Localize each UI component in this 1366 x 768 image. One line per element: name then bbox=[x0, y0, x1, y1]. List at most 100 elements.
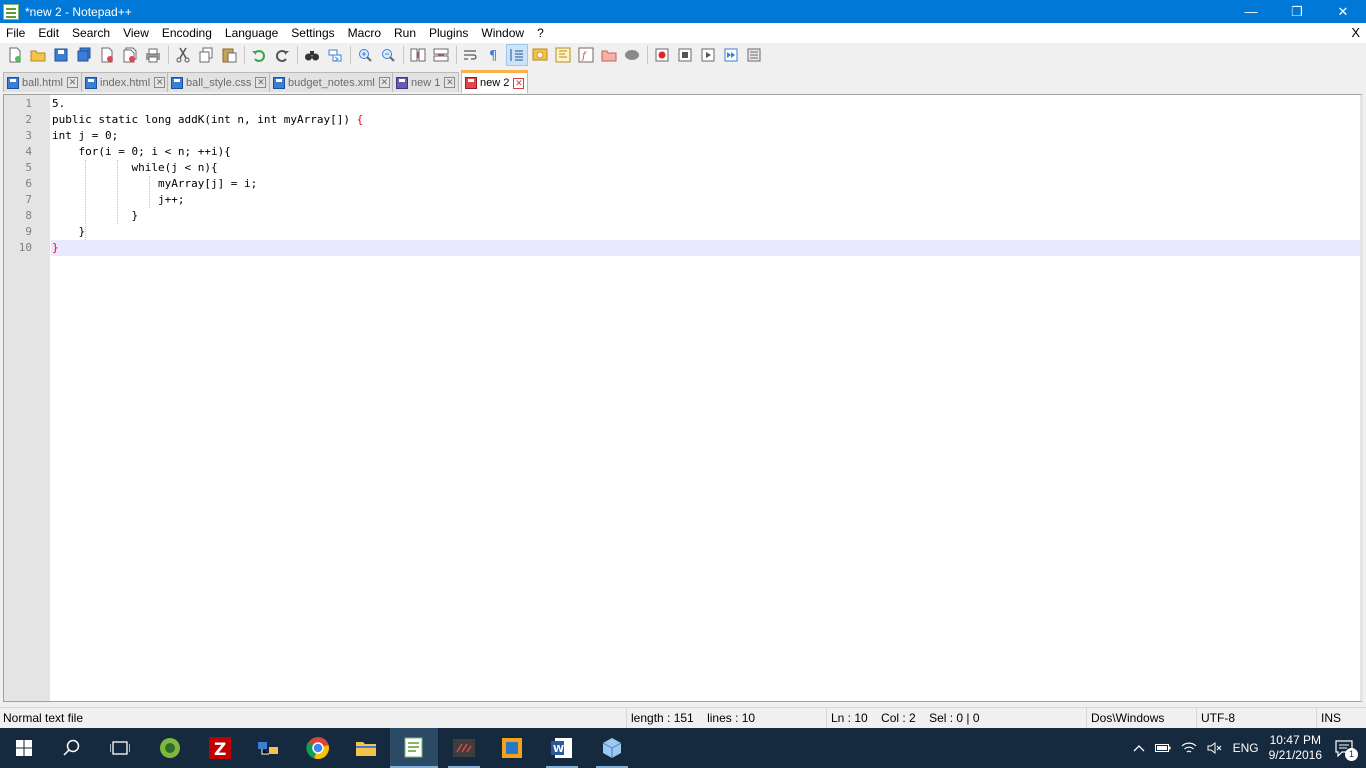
indent-guide bbox=[85, 160, 86, 240]
print-button[interactable] bbox=[142, 44, 164, 66]
paste-button[interactable] bbox=[218, 44, 240, 66]
close-button-tb[interactable] bbox=[96, 44, 118, 66]
search-button[interactable] bbox=[48, 728, 96, 768]
new-file-icon bbox=[9, 47, 21, 63]
menu-language[interactable]: Language bbox=[218, 23, 284, 43]
taskbar-chrome[interactable] bbox=[294, 728, 342, 768]
status-length-lines: length : 151 lines : 10 bbox=[626, 708, 826, 728]
menu-edit[interactable]: Edit bbox=[31, 23, 65, 43]
tab-close-icon[interactable]: ✕ bbox=[513, 77, 525, 89]
taskbar-file-explorer[interactable] bbox=[342, 728, 390, 768]
folder-as-workspace-button[interactable] bbox=[598, 44, 620, 66]
user-defined-language-button[interactable] bbox=[529, 44, 551, 66]
run-macro-multiple-button[interactable] bbox=[720, 44, 742, 66]
menu-macro[interactable]: Macro bbox=[341, 23, 387, 43]
indent-guide-button[interactable] bbox=[506, 44, 528, 66]
menu-plugins[interactable]: Plugins bbox=[422, 23, 474, 43]
close-all-button[interactable] bbox=[119, 44, 141, 66]
save-all-button[interactable] bbox=[73, 44, 95, 66]
line-number: 10 bbox=[18, 241, 32, 254]
saved-file-icon bbox=[273, 76, 285, 89]
printer-icon bbox=[146, 48, 160, 63]
zoom-out-button[interactable] bbox=[377, 44, 399, 66]
volume-button[interactable] bbox=[1207, 741, 1223, 755]
close-file-icon bbox=[101, 47, 113, 63]
save-button[interactable] bbox=[50, 44, 72, 66]
new-file-button[interactable] bbox=[4, 44, 26, 66]
minimize-button[interactable]: — bbox=[1228, 0, 1274, 23]
code-line: public static long addK(int n, int myArr… bbox=[51, 112, 1360, 128]
word-wrap-button[interactable] bbox=[460, 44, 482, 66]
find-button[interactable] bbox=[301, 44, 323, 66]
monitoring-button[interactable] bbox=[621, 44, 643, 66]
close-button[interactable]: ✕ bbox=[1320, 0, 1366, 23]
sync-vertical-button[interactable] bbox=[407, 44, 429, 66]
menu-help[interactable]: ? bbox=[530, 23, 550, 43]
code-area[interactable]: 5. public static long addK(int n, int my… bbox=[51, 95, 1360, 701]
task-view-button[interactable] bbox=[96, 728, 144, 768]
tab-label: new 1 bbox=[411, 76, 441, 89]
menu-file[interactable]: File bbox=[0, 23, 31, 43]
tab-budget-notes-xml[interactable]: budget_notes.xml ✕ bbox=[269, 72, 394, 92]
tab-close-icon[interactable]: ✕ bbox=[255, 77, 267, 88]
save-macro-button[interactable] bbox=[743, 44, 765, 66]
tab-ball-html[interactable]: ball.html ✕ bbox=[3, 72, 82, 92]
tab-close-icon[interactable]: ✕ bbox=[154, 77, 166, 88]
current-code-line: } bbox=[51, 240, 1360, 256]
restore-button[interactable]: ❐ bbox=[1274, 0, 1320, 23]
start-button[interactable] bbox=[0, 728, 48, 768]
redo-button[interactable] bbox=[271, 44, 293, 66]
taskbar-android-studio[interactable] bbox=[146, 728, 194, 768]
tab-new-1[interactable]: new 1 ✕ bbox=[392, 72, 460, 92]
svg-text:W: W bbox=[553, 744, 564, 755]
zoom-in-button[interactable] bbox=[354, 44, 376, 66]
action-center-button[interactable]: 1 bbox=[1334, 739, 1358, 761]
open-file-button[interactable] bbox=[27, 44, 49, 66]
taskbar-filezilla[interactable]: Z bbox=[196, 728, 244, 768]
taskbar-network-app[interactable] bbox=[244, 728, 292, 768]
taskbar-terminal-app[interactable] bbox=[440, 728, 488, 768]
show-all-characters-button[interactable]: ¶ bbox=[483, 44, 505, 66]
close-document-button[interactable]: X bbox=[1351, 23, 1360, 43]
input-language-button[interactable]: ENG bbox=[1233, 741, 1259, 755]
play-macro-button[interactable] bbox=[697, 44, 719, 66]
status-mode[interactable]: INS bbox=[1316, 708, 1366, 728]
text-editor[interactable]: 1 2 3 4 5 6 7 8 9 10 5. public static lo… bbox=[3, 94, 1363, 702]
battery-button[interactable] bbox=[1154, 743, 1171, 753]
menu-window[interactable]: Window bbox=[474, 23, 530, 43]
clock[interactable]: 10:47 PM 9/21/2016 bbox=[1269, 733, 1322, 763]
copy-button[interactable] bbox=[195, 44, 217, 66]
notepad-plus-plus-icon[interactable] bbox=[3, 3, 19, 20]
taskbar-3d-app[interactable] bbox=[588, 728, 636, 768]
saved-file-icon bbox=[7, 76, 19, 89]
menu-run[interactable]: Run bbox=[387, 23, 422, 43]
menu-search[interactable]: Search bbox=[65, 23, 116, 43]
tab-label: ball_style.css bbox=[186, 76, 252, 89]
status-eol[interactable]: Dos\Windows bbox=[1086, 708, 1196, 728]
show-hidden-icons-button[interactable] bbox=[1133, 744, 1145, 752]
wifi-button[interactable] bbox=[1181, 741, 1197, 755]
tab-new-2[interactable]: new 2 ✕ bbox=[461, 70, 529, 93]
tab-close-icon[interactable]: ✕ bbox=[444, 77, 456, 88]
tab-close-icon[interactable]: ✕ bbox=[66, 77, 78, 88]
record-macro-button[interactable] bbox=[651, 44, 673, 66]
undo-button[interactable] bbox=[248, 44, 270, 66]
taskbar-word[interactable]: W bbox=[538, 728, 586, 768]
sync-horizontal-button[interactable] bbox=[430, 44, 452, 66]
tab-close-icon[interactable]: ✕ bbox=[378, 77, 390, 88]
taskbar-notepad-plus-plus[interactable] bbox=[390, 728, 438, 768]
tab-ball-style-css[interactable]: ball_style.css ✕ bbox=[167, 72, 271, 92]
menu-settings[interactable]: Settings bbox=[284, 23, 340, 43]
status-encoding[interactable]: UTF-8 bbox=[1196, 708, 1316, 728]
menu-view[interactable]: View bbox=[116, 23, 155, 43]
stop-recording-button[interactable] bbox=[674, 44, 696, 66]
doc-map-button[interactable] bbox=[552, 44, 574, 66]
tab-index-html[interactable]: index.html ✕ bbox=[81, 72, 170, 92]
code-line: while(j < n){ bbox=[51, 160, 1360, 176]
taskbar-windows-app[interactable] bbox=[488, 728, 536, 768]
replace-button[interactable] bbox=[324, 44, 346, 66]
function-list-button[interactable]: f bbox=[575, 44, 597, 66]
line-number: 8 bbox=[25, 209, 32, 222]
menu-encoding[interactable]: Encoding bbox=[155, 23, 218, 43]
cut-button[interactable] bbox=[172, 44, 194, 66]
